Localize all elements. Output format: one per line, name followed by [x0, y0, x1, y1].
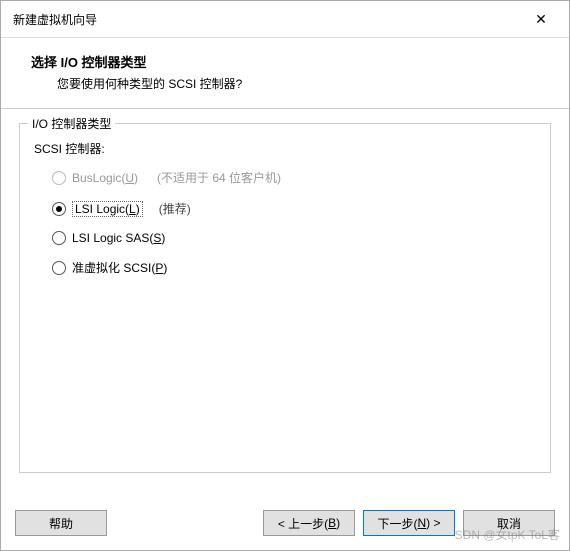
radio-hint: (不适用于 64 位客户机): [157, 169, 281, 186]
controller-type-group: I/O 控制器类型 SCSI 控制器: BusLogic(U) (不适用于 64…: [19, 123, 551, 473]
help-button[interactable]: 帮助: [15, 510, 107, 536]
radio-option-lsilogic[interactable]: LSI Logic(L) (推荐): [52, 200, 536, 217]
radio-label: BusLogic(U): [72, 171, 141, 185]
wizard-footer: 帮助 < 上一步(B) 下一步(N) > 取消: [1, 500, 569, 550]
radio-icon[interactable]: [52, 231, 66, 245]
wizard-window: 新建虚拟机向导 ✕ 选择 I/O 控制器类型 您要使用何种类型的 SCSI 控制…: [0, 0, 570, 551]
back-button[interactable]: < 上一步(B): [263, 510, 355, 536]
window-title: 新建虚拟机向导: [13, 11, 97, 28]
radio-option-paravirtual[interactable]: 准虚拟化 SCSI(P): [52, 259, 536, 276]
radio-icon[interactable]: [52, 261, 66, 275]
content-area: I/O 控制器类型 SCSI 控制器: BusLogic(U) (不适用于 64…: [1, 109, 569, 500]
close-icon[interactable]: ✕: [523, 7, 559, 31]
radio-hint: (推荐): [159, 200, 191, 217]
radio-label: LSI Logic SAS(S): [72, 231, 168, 245]
page-title: 选择 I/O 控制器类型: [31, 52, 549, 71]
radio-icon: [52, 171, 66, 185]
cancel-button[interactable]: 取消: [463, 510, 555, 536]
radio-label: 准虚拟化 SCSI(P): [72, 259, 170, 276]
wizard-header: 选择 I/O 控制器类型 您要使用何种类型的 SCSI 控制器?: [1, 38, 569, 109]
radio-option-buslogic: BusLogic(U) (不适用于 64 位客户机): [52, 169, 536, 186]
page-subtitle: 您要使用何种类型的 SCSI 控制器?: [57, 75, 549, 92]
group-legend: I/O 控制器类型: [28, 115, 115, 132]
radio-label: LSI Logic(L): [72, 201, 143, 217]
radio-icon[interactable]: [52, 202, 66, 216]
radio-option-lsisas[interactable]: LSI Logic SAS(S): [52, 231, 536, 245]
titlebar: 新建虚拟机向导 ✕: [1, 1, 569, 38]
next-button[interactable]: 下一步(N) >: [363, 510, 455, 536]
scsi-label: SCSI 控制器:: [34, 140, 536, 157]
